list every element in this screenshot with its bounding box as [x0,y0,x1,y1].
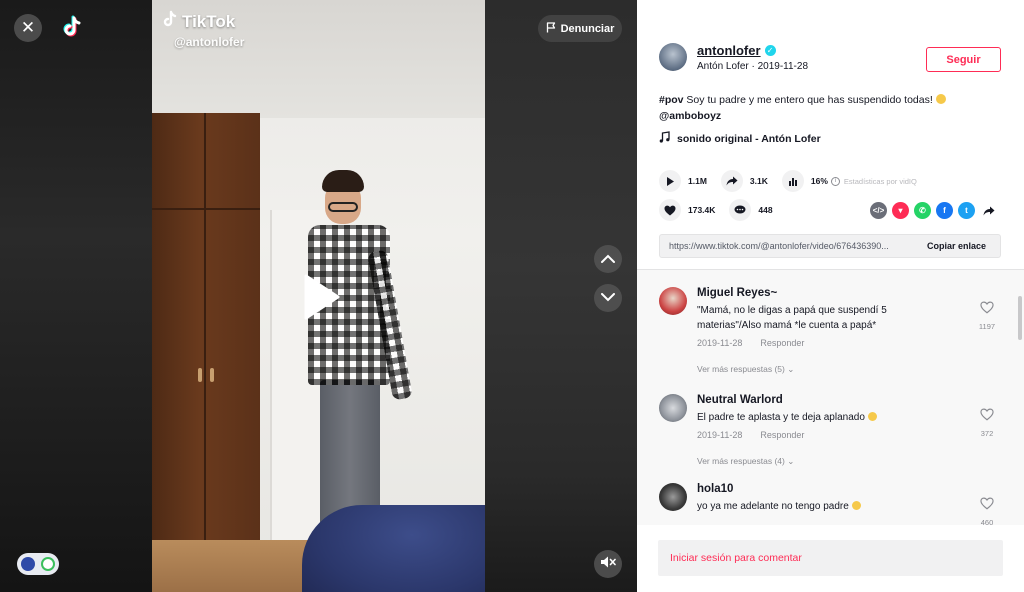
speaker-muted-icon [600,555,616,574]
heart-outline-icon[interactable] [980,408,994,425]
follow-button[interactable]: Seguir [926,47,1001,72]
caption-mention[interactable]: @amboboyz [659,110,721,122]
reply-button[interactable]: Responder [760,430,804,440]
video-bed [302,505,485,592]
author-subline: Antón Lofer · 2019-11-28 [697,61,809,72]
comments-scrollbar[interactable] [1018,296,1022,340]
chevron-down-icon [601,289,615,307]
avatar[interactable] [659,43,687,71]
tiktok-logo-icon[interactable] [60,14,86,40]
author-block: antonlofer ✓ Antón Lofer · 2019-11-28 [659,43,808,72]
stats-row-engagement: 173.4K 448 [659,199,787,221]
comment-like-count: 372 [980,429,994,438]
comment-bubble-icon[interactable] [729,199,752,221]
info-icon[interactable]: i [830,176,840,186]
browser-extension-widget[interactable] [17,553,59,575]
play-icon[interactable] [296,272,346,322]
avatar[interactable] [659,394,687,422]
view-more-replies-button[interactable]: Ver más respuestas (5) ⌄ [697,364,937,375]
laughing-emoji-icon [867,412,877,421]
bar-chart-icon[interactable] [781,170,804,192]
video-wardrobe [152,113,260,558]
watermark-handle: @antonlofer [174,35,245,49]
share-link-url[interactable]: https://www.tiktok.com/@antonlofer/video… [669,241,915,251]
comment-author[interactable]: Neutral Warlord [697,394,937,406]
tiktok-video-page: ✕ TikTok @antonlofer Denunciar antonlofe… [0,0,1024,592]
report-label: Denunciar [560,22,615,35]
copy-link-button[interactable]: Copiar enlace [927,241,986,251]
chevron-down-icon: ⌄ [787,364,795,374]
play-count-icon[interactable] [659,170,681,192]
report-button[interactable]: Denunciar [538,15,622,42]
chevron-up-icon [601,250,615,268]
tiktok-note-icon [162,10,178,33]
tiktok-watermark: TikTok @antonlofer [162,10,244,49]
grinning-emoji-icon [935,94,946,104]
avatar[interactable] [659,287,687,315]
comment-date: 2019-11-28 [697,430,743,440]
caption-text: Soy tu padre y me entero que has suspend… [683,94,936,106]
facebook-icon[interactable]: f [936,202,953,219]
power-icon [41,557,55,571]
comment-text: yo ya me adelante no tengo padre [697,501,852,512]
caption-hashtag[interactable]: #pov [659,94,684,106]
chevron-down-icon: ⌄ [787,456,795,466]
mute-button[interactable] [594,550,622,578]
engagement-percent: 16% [810,176,828,186]
comment-text: "Mamá, no le digas a papá que suspendí 5… [697,305,887,331]
share-icons: </> ▾ ✆ f t [870,202,997,219]
twitter-icon[interactable]: t [958,202,975,219]
reply-button[interactable]: Responder [760,338,804,348]
sunglasses-emoji-icon [851,501,861,510]
stats-provider-note: Estadísticas por vidIQ [843,176,917,186]
heart-outline-icon[interactable] [980,301,994,318]
video-stage: ✕ TikTok @antonlofer Denunciar [0,0,637,592]
previous-video-button[interactable] [594,245,622,273]
comment-like-count: 1197 [978,322,996,331]
video-person [308,170,413,540]
comment-like-count: 460 [980,518,994,525]
close-button[interactable]: ✕ [14,14,42,42]
sound-label: sonido original - Antón Lofer [677,132,821,145]
share-link-box: https://www.tiktok.com/@antonlofer/video… [659,234,1001,258]
comment-date: 2019-11-28 [697,338,743,348]
view-more-replies-button[interactable]: Ver más respuestas (4) ⌄ [697,456,937,467]
share-arrow-icon[interactable] [720,170,743,192]
blurred-backdrop-left [0,0,152,592]
comment-author[interactable]: hola10 [697,483,937,495]
details-panel: antonlofer ✓ Antón Lofer · 2019-11-28 Se… [637,0,1024,592]
tiktok-share-icon[interactable]: ▾ [892,202,909,219]
avatar[interactable] [659,483,687,511]
login-to-comment-button[interactable]: Iniciar sesión para comentar [658,540,1003,576]
comments-list[interactable]: Miguel Reyes~ "Mamá, no le digas a papá … [637,269,1024,525]
comment-text: El padre te aplasta y te deja aplanado [697,412,868,423]
comment-count: 448 [758,205,773,215]
more-share-icon[interactable] [980,202,997,219]
extension-icon [21,557,35,571]
stats-row-views: 1.1M 3.1K 16% i Estadísticas por vidIQ [659,170,931,192]
like-count: 173.4K [688,205,716,215]
author-username[interactable]: antonlofer [697,43,761,58]
play-count: 1.1M [688,176,707,186]
sound-link[interactable]: sonido original - Antón Lofer [659,131,821,146]
comment-author[interactable]: Miguel Reyes~ [697,287,937,299]
embed-icon[interactable]: </> [870,202,887,219]
whatsapp-icon[interactable]: ✆ [914,202,931,219]
music-note-icon [659,131,670,146]
share-count: 3.1K [749,176,768,186]
watermark-brand: TikTok [182,11,236,31]
flag-icon [546,21,556,36]
heart-outline-icon[interactable] [980,497,994,514]
verified-badge-icon: ✓ [764,45,776,56]
heart-icon[interactable] [659,199,681,221]
next-video-button[interactable] [594,284,622,312]
video-caption: #pov Soy tu padre y me entero que has su… [659,92,989,124]
